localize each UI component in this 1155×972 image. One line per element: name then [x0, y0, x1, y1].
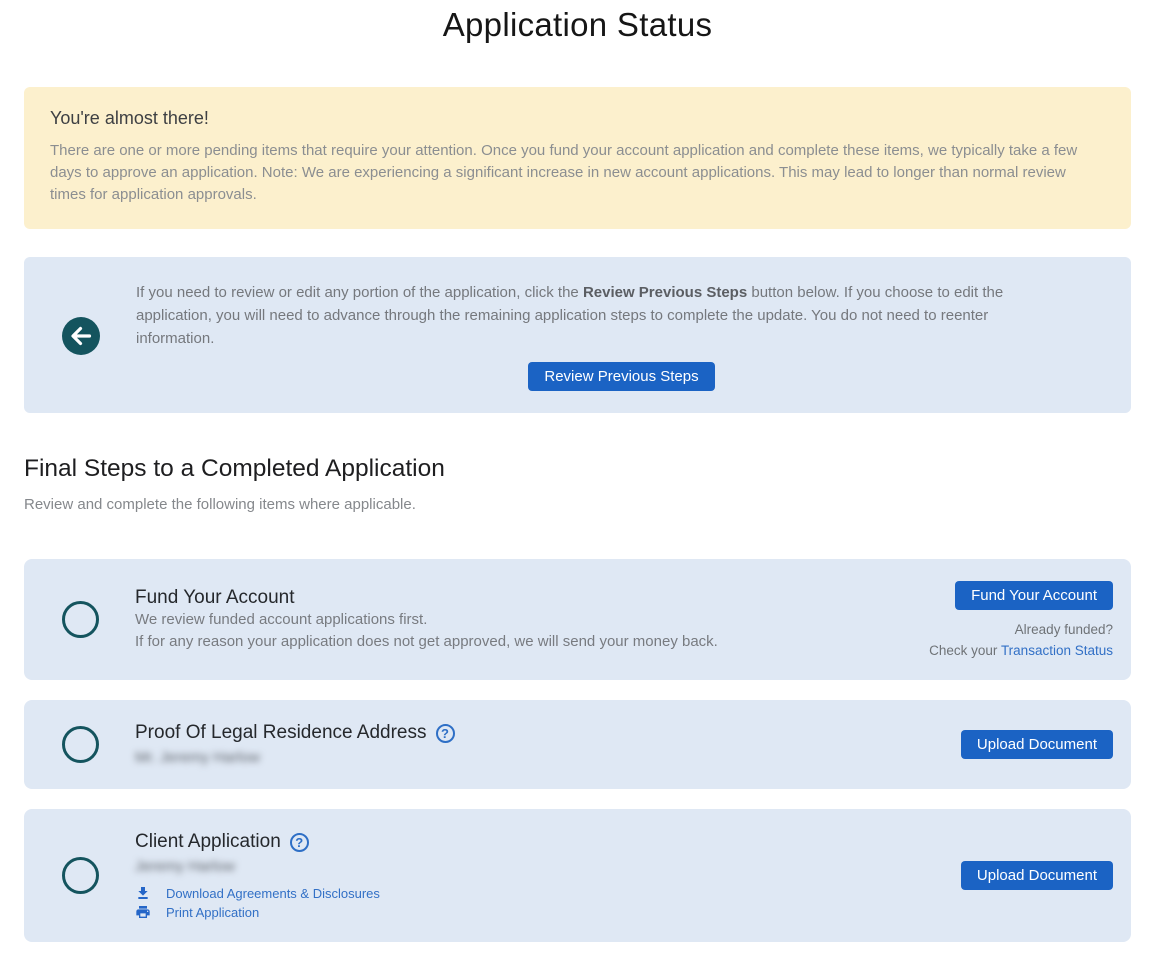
- client-application-card-side: Upload Document: [941, 861, 1113, 890]
- fund-card-title: Fund Your Account: [135, 587, 295, 609]
- already-funded-note: Already funded?: [1015, 622, 1113, 637]
- transaction-status-link[interactable]: Transaction Status: [1001, 643, 1113, 658]
- review-previous-steps-panel: If you need to review or edit any portio…: [24, 257, 1131, 413]
- check-your-text: Check your: [929, 643, 1001, 658]
- help-icon[interactable]: ?: [290, 833, 309, 852]
- review-button-row: Review Previous Steps: [136, 362, 1107, 391]
- redacted-applicant-name: Jeremy Harlow: [135, 858, 235, 875]
- alert-body: There are one or more pending items that…: [50, 140, 1105, 206]
- final-steps-subheading: Review and complete the following items …: [24, 496, 1131, 513]
- card-client-application: Client Application ? Jeremy Harlow Downl…: [24, 809, 1131, 942]
- review-text-before: If you need to review or edit any portio…: [136, 284, 583, 301]
- page-title: Application Status: [24, 4, 1131, 46]
- alert-heading: You're almost there!: [50, 108, 1105, 129]
- client-application-card-main: Client Application ? Jeremy Harlow Downl…: [135, 831, 941, 920]
- check-transaction-status-note: Check your Transaction Status: [929, 643, 1113, 658]
- residence-card-side: Upload Document: [941, 730, 1113, 759]
- review-panel-text: If you need to review or edit any portio…: [136, 281, 1066, 350]
- card-proof-of-residence: Proof Of Legal Residence Address ? Mr. J…: [24, 700, 1131, 789]
- fund-card-side: Fund Your Account Already funded? Check …: [909, 581, 1113, 658]
- residence-card-title: Proof Of Legal Residence Address: [135, 722, 427, 744]
- print-application-link[interactable]: Print Application: [135, 904, 941, 920]
- fund-card-line2: If for any reason your application does …: [135, 631, 909, 653]
- fund-card-line1: We review funded account applications fi…: [135, 609, 909, 631]
- review-text-bold: Review Previous Steps: [583, 284, 747, 301]
- upload-document-button[interactable]: Upload Document: [961, 730, 1113, 759]
- application-status-page: Application Status You're almost there! …: [0, 0, 1155, 972]
- card-fund-your-account: Fund Your Account We review funded accou…: [24, 559, 1131, 680]
- redacted-applicant-name: Mr. Jeremy Harlow: [135, 749, 260, 766]
- review-panel-content: If you need to review or edit any portio…: [136, 281, 1107, 391]
- pending-status-circle-icon: [62, 726, 99, 763]
- arrow-left-circle-icon[interactable]: [62, 317, 100, 355]
- fund-your-account-button[interactable]: Fund Your Account: [955, 581, 1113, 610]
- print-icon: [135, 904, 151, 920]
- print-application-label: Print Application: [166, 905, 259, 920]
- download-agreements-link[interactable]: Download Agreements & Disclosures: [135, 885, 941, 901]
- upload-document-button[interactable]: Upload Document: [961, 861, 1113, 890]
- download-agreements-label: Download Agreements & Disclosures: [166, 886, 380, 901]
- pending-status-circle-icon: [62, 857, 99, 894]
- review-previous-steps-button[interactable]: Review Previous Steps: [528, 362, 714, 391]
- help-icon[interactable]: ?: [436, 724, 455, 743]
- client-application-links: Download Agreements & Disclosures Print …: [135, 885, 941, 920]
- pending-status-circle-icon: [62, 601, 99, 638]
- fund-card-main: Fund Your Account We review funded accou…: [135, 587, 909, 653]
- residence-card-main: Proof Of Legal Residence Address ? Mr. J…: [135, 722, 941, 767]
- final-steps-heading: Final Steps to a Completed Application: [24, 455, 1131, 483]
- final-steps-cards: Fund Your Account We review funded accou…: [24, 559, 1131, 942]
- download-icon: [135, 885, 151, 901]
- pending-items-alert: You're almost there! There are one or mo…: [24, 87, 1131, 229]
- client-application-card-title: Client Application: [135, 831, 281, 853]
